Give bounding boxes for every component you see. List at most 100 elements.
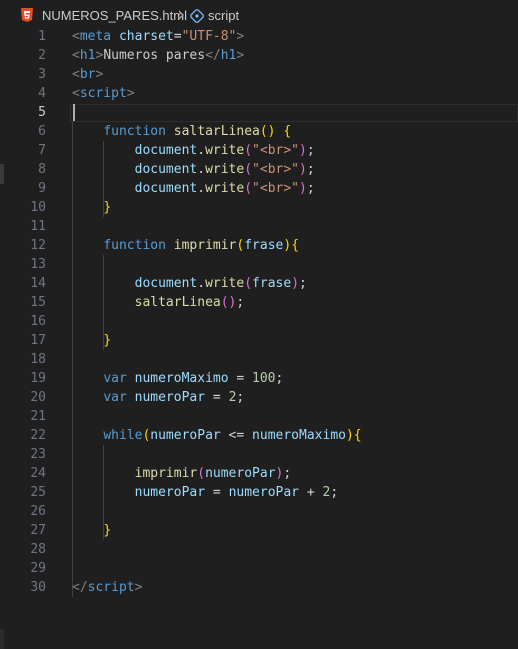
code-line[interactable]: 23 [0,445,518,464]
code-token: . [197,162,206,177]
code-token: = [228,371,253,386]
line-number: 8 [38,162,46,177]
code-line[interactable]: 11 [0,217,518,236]
code-line[interactable]: 12 function imprimir(frase){ [0,236,518,255]
code-line[interactable]: 3 <br> [0,65,518,84]
code-line[interactable]: 7 document.write("<br>"); [0,141,518,160]
code-token: } [103,523,112,538]
code-text: <br> [72,65,103,84]
line-number: 7 [38,143,46,158]
code-line[interactable]: 13 [0,255,518,274]
code-token: () [259,124,276,139]
code-token: { [353,428,362,443]
code-line[interactable]: 14 document.write(frase); [0,274,518,293]
line-number: 9 [38,181,46,196]
code-token: ( [244,276,253,291]
code-text: <script> [72,84,135,103]
code-line[interactable]: 1 <meta charset="UTF-8"> [0,27,518,46]
breadcrumb-file[interactable]: NUMEROS_PARES.html [42,8,187,23]
gutter-marker [0,629,4,649]
line-number: 10 [30,200,46,215]
breadcrumb-symbol[interactable]: script [208,8,239,23]
code-token: while [103,428,143,443]
code-text: document.write("<br>"); [72,141,315,160]
code-line[interactable]: 21 [0,407,518,426]
code-token: function [103,238,166,253]
code-token: write [205,162,245,177]
code-token: document [134,162,198,177]
code-token: ( [197,466,206,481]
code-token: ; [306,143,315,158]
code-token: frase [244,238,284,253]
code-token: write [205,181,245,196]
code-text: var numeroMaximo = 100; [72,369,283,388]
code-token: "<br>" [252,181,300,196]
code-line[interactable]: 20 var numeroPar = 2; [0,388,518,407]
code-line[interactable]: 8 document.write("<br>"); [0,160,518,179]
line-number: 17 [30,333,46,348]
code-line[interactable]: 28 [0,540,518,559]
code-token: var [103,390,127,405]
code-line[interactable]: 6 function saltarLinea() { [0,122,518,141]
code-text: document.write("<br>"); [72,179,315,198]
code-text: } [72,521,111,540]
code-text: saltarLinea(); [72,293,245,312]
code-token: write [205,276,245,291]
code-token: > [126,86,135,101]
line-number: 13 [30,257,46,272]
code-token: ) [299,181,307,196]
code-token: numeroPar [150,428,221,443]
code-text: } [72,331,111,350]
line-number: 19 [30,371,46,386]
chevron-right-icon [178,10,184,20]
code-line[interactable]: 4 <script> [0,84,518,103]
code-line[interactable]: 19 var numeroMaximo = 100; [0,369,518,388]
code-token: + [299,485,323,500]
code-line[interactable]: 5 [0,103,518,122]
code-line[interactable]: 27 } [0,521,518,540]
code-token: Numeros pares [103,48,206,63]
code-line[interactable]: 15 saltarLinea(); [0,293,518,312]
code-token: var [103,371,127,386]
code-token: </ [205,48,221,63]
code-text: <h1>Numeros pares</h1> [72,46,244,65]
code-line[interactable]: 17 } [0,331,518,350]
code-line[interactable]: 16 [0,312,518,331]
code-token: ; [299,276,307,291]
code-line[interactable]: 10 } [0,198,518,217]
code-line[interactable]: 2 <h1>Numeros pares</h1> [0,46,518,65]
code-token: document [134,143,198,158]
line-number: 1 [38,29,46,44]
symbol-namespace-icon [190,9,204,23]
code-line[interactable]: 25 numeroPar = numeroPar + 2; [0,483,518,502]
code-token: frase [252,276,292,291]
code-token: > [134,580,143,595]
code-text: <meta charset="UTF-8"> [72,27,244,46]
code-text: document.write(frase); [72,274,307,293]
code-token: ( [244,143,253,158]
line-number: 6 [38,124,46,139]
line-number: 22 [30,428,46,443]
code-token: ; [236,295,245,310]
code-line[interactable]: 29 [0,559,518,578]
code-line[interactable]: 30 </script> [0,578,518,597]
code-token: > [236,29,245,44]
code-token: > [95,67,104,82]
code-line[interactable]: 9 document.write("<br>"); [0,179,518,198]
code-line[interactable]: 18 [0,350,518,369]
code-editor[interactable]: 1 <meta charset="UTF-8"> 2 <h1>Numeros pare… [0,27,518,649]
code-token: script [87,580,135,595]
code-token: document [134,181,198,196]
code-line[interactable]: 22 while(numeroPar <= numeroMaximo){ [0,426,518,445]
code-token: > [236,48,245,63]
line-number: 14 [30,276,46,291]
line-number: 5 [38,105,46,120]
code-line[interactable]: 24 imprimir(numeroPar); [0,464,518,483]
code-token: () [220,295,237,310]
code-token: ) [291,276,300,291]
code-line[interactable]: 26 [0,502,518,521]
